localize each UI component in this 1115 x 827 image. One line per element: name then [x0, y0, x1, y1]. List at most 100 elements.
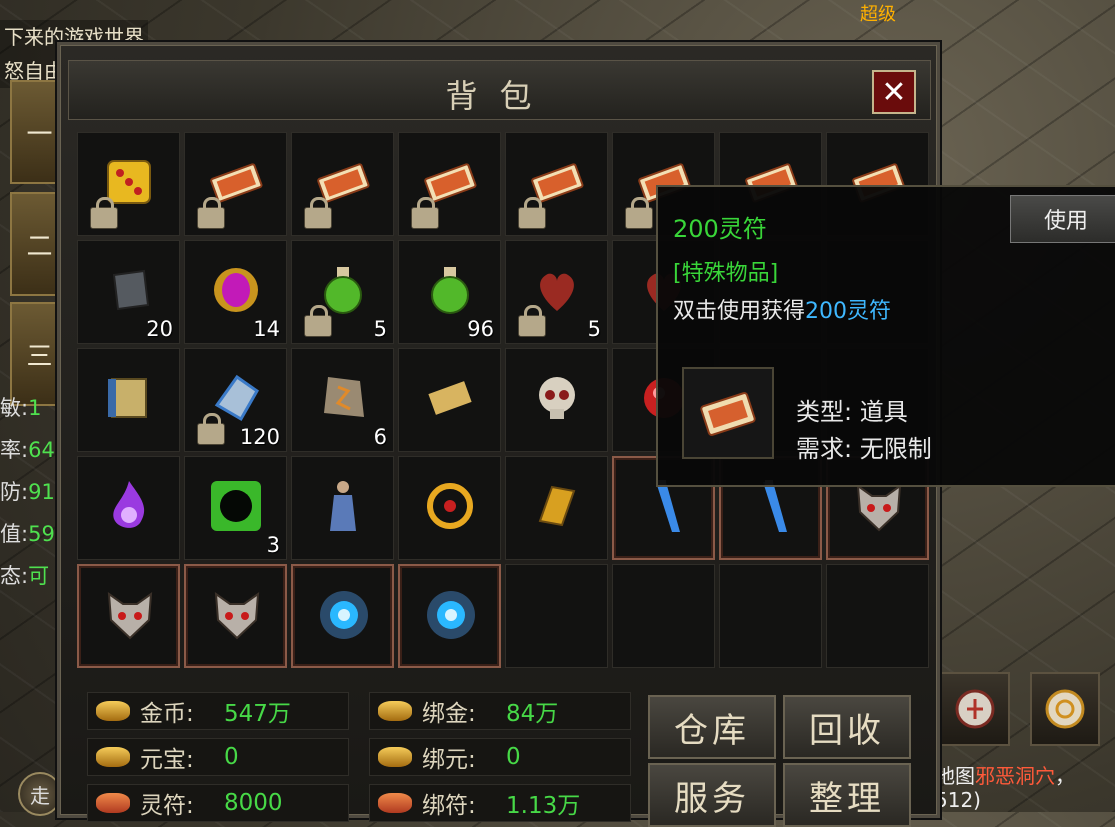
green-potion-icon	[421, 261, 479, 319]
inventory-slot[interactable]: 20	[77, 240, 180, 344]
inventory-slot[interactable]: 5	[505, 240, 608, 344]
stat-row: 率:64	[0, 438, 55, 462]
inventory-slot[interactable]	[77, 348, 180, 452]
inventory-slot[interactable]: 120	[184, 348, 287, 452]
inventory-slot[interactable]	[505, 564, 608, 668]
inventory-slot[interactable]: 14	[184, 240, 287, 344]
lock-icon	[518, 197, 546, 229]
inventory-slot[interactable]	[826, 564, 929, 668]
lock-icon	[304, 197, 332, 229]
lock-icon	[90, 197, 118, 229]
stone-icon	[100, 261, 158, 319]
stat-row: 态:可	[0, 564, 50, 588]
inventory-slot[interactable]	[291, 132, 394, 236]
inventory-slot[interactable]	[398, 132, 501, 236]
talisman-icon	[378, 793, 412, 813]
skill-slot-2[interactable]	[1030, 672, 1100, 746]
inventory-slot[interactable]	[291, 564, 394, 668]
item-preview	[682, 367, 774, 459]
currency-bound-talisman: 绑符: 1.13万	[369, 784, 631, 822]
ingot-icon	[378, 747, 412, 767]
item-category: [特殊物品]	[673, 261, 779, 286]
bag-title: 背包	[445, 77, 554, 115]
inventory-slot[interactable]	[184, 564, 287, 668]
ingot-icon	[96, 747, 130, 767]
blue-gear-icon	[315, 586, 373, 644]
inventory-slot[interactable]	[77, 132, 180, 236]
currency-bound-gold: 绑金: 84万	[369, 692, 631, 730]
map-name: 邪恶洞穴	[975, 764, 1055, 788]
sort-button[interactable]: 整理	[783, 763, 911, 827]
rune-stone-icon	[314, 369, 372, 427]
item-count: 96	[467, 317, 494, 341]
rune-icon	[955, 689, 995, 729]
purple-gem-icon	[207, 261, 265, 319]
purple-flame-icon	[100, 477, 158, 535]
lock-icon	[197, 197, 225, 229]
walk-toggle-button[interactable]: 走	[18, 772, 62, 816]
gold-coins-icon	[96, 701, 130, 721]
lock-icon	[304, 305, 332, 337]
inventory-slot[interactable]	[77, 564, 180, 668]
gold-amulet-icon	[421, 477, 479, 535]
stat-row: 敏:1	[0, 396, 42, 420]
talisman-icon	[96, 793, 130, 813]
close-button[interactable]: ✕	[872, 70, 916, 114]
lock-icon	[625, 197, 653, 229]
recycle-button[interactable]: 回收	[783, 695, 911, 759]
gold-coins-icon	[378, 701, 412, 721]
currency-ingot: 元宝: 0	[87, 738, 349, 776]
item-count: 5	[373, 317, 387, 341]
green-portal-icon	[207, 477, 265, 535]
gold-bracer-icon	[528, 477, 586, 535]
inventory-slot[interactable]	[291, 456, 394, 560]
item-count: 14	[253, 317, 280, 341]
inventory-slot[interactable]: 6	[291, 348, 394, 452]
stat-row: 防:91	[0, 480, 55, 504]
use-button[interactable]: 使用	[1010, 195, 1115, 243]
warrior-figure-icon	[314, 477, 372, 535]
item-type: 类型: 道具	[796, 398, 908, 426]
top-status-label: 超级	[860, 4, 896, 25]
inventory-slot[interactable]	[505, 132, 608, 236]
inventory-slot[interactable]: 5	[291, 240, 394, 344]
lock-icon	[197, 413, 225, 445]
skull-icon	[528, 369, 586, 427]
inventory-slot[interactable]	[77, 456, 180, 560]
map-coord: 512)	[935, 788, 981, 812]
ring-rune-icon	[1045, 689, 1085, 729]
item-count: 20	[146, 317, 173, 341]
inventory-slot[interactable]	[184, 132, 287, 236]
lock-icon	[518, 305, 546, 337]
service-button[interactable]: 服务	[648, 763, 776, 827]
talisman-icon	[700, 392, 756, 436]
character-stats: 敏:1 率:64 防:91 值:59 态:可	[0, 392, 62, 602]
inventory-slot[interactable]: 96	[398, 240, 501, 344]
close-icon: ✕	[881, 74, 907, 110]
currency-talisman: 灵符: 8000	[87, 784, 349, 822]
item-tooltip: 使用 200灵符 [特殊物品] 双击使用获得200灵符 类型: 道具 需求: 无…	[656, 185, 1115, 487]
item-count: 120	[239, 425, 280, 449]
inventory-slot[interactable]	[505, 348, 608, 452]
inventory-slot[interactable]	[398, 348, 501, 452]
item-name: 200灵符	[673, 215, 767, 243]
item-count: 3	[266, 533, 280, 557]
warehouse-button[interactable]: 仓库	[648, 695, 776, 759]
inventory-slot[interactable]	[719, 564, 822, 668]
inventory-slot[interactable]	[505, 456, 608, 560]
map-location-text: 地图邪恶洞穴， 512)	[935, 764, 1075, 812]
scroll-book-icon	[100, 369, 158, 427]
scroll-icon	[421, 369, 479, 427]
currency-gold: 金币: 547万	[87, 692, 349, 730]
wolf-mask-icon	[101, 586, 159, 644]
inventory-slot[interactable]	[612, 564, 715, 668]
skill-slot-1[interactable]	[940, 672, 1010, 746]
bag-titlebar[interactable]: 背包 ✕	[68, 60, 931, 120]
inventory-slot[interactable]	[398, 564, 501, 668]
currency-bound-ingot: 绑元: 0	[369, 738, 631, 776]
inventory-slot[interactable]: 3	[184, 456, 287, 560]
stat-row: 值:59	[0, 522, 55, 546]
inventory-slot[interactable]	[398, 456, 501, 560]
wolf-mask-icon	[208, 586, 266, 644]
lock-icon	[411, 197, 439, 229]
